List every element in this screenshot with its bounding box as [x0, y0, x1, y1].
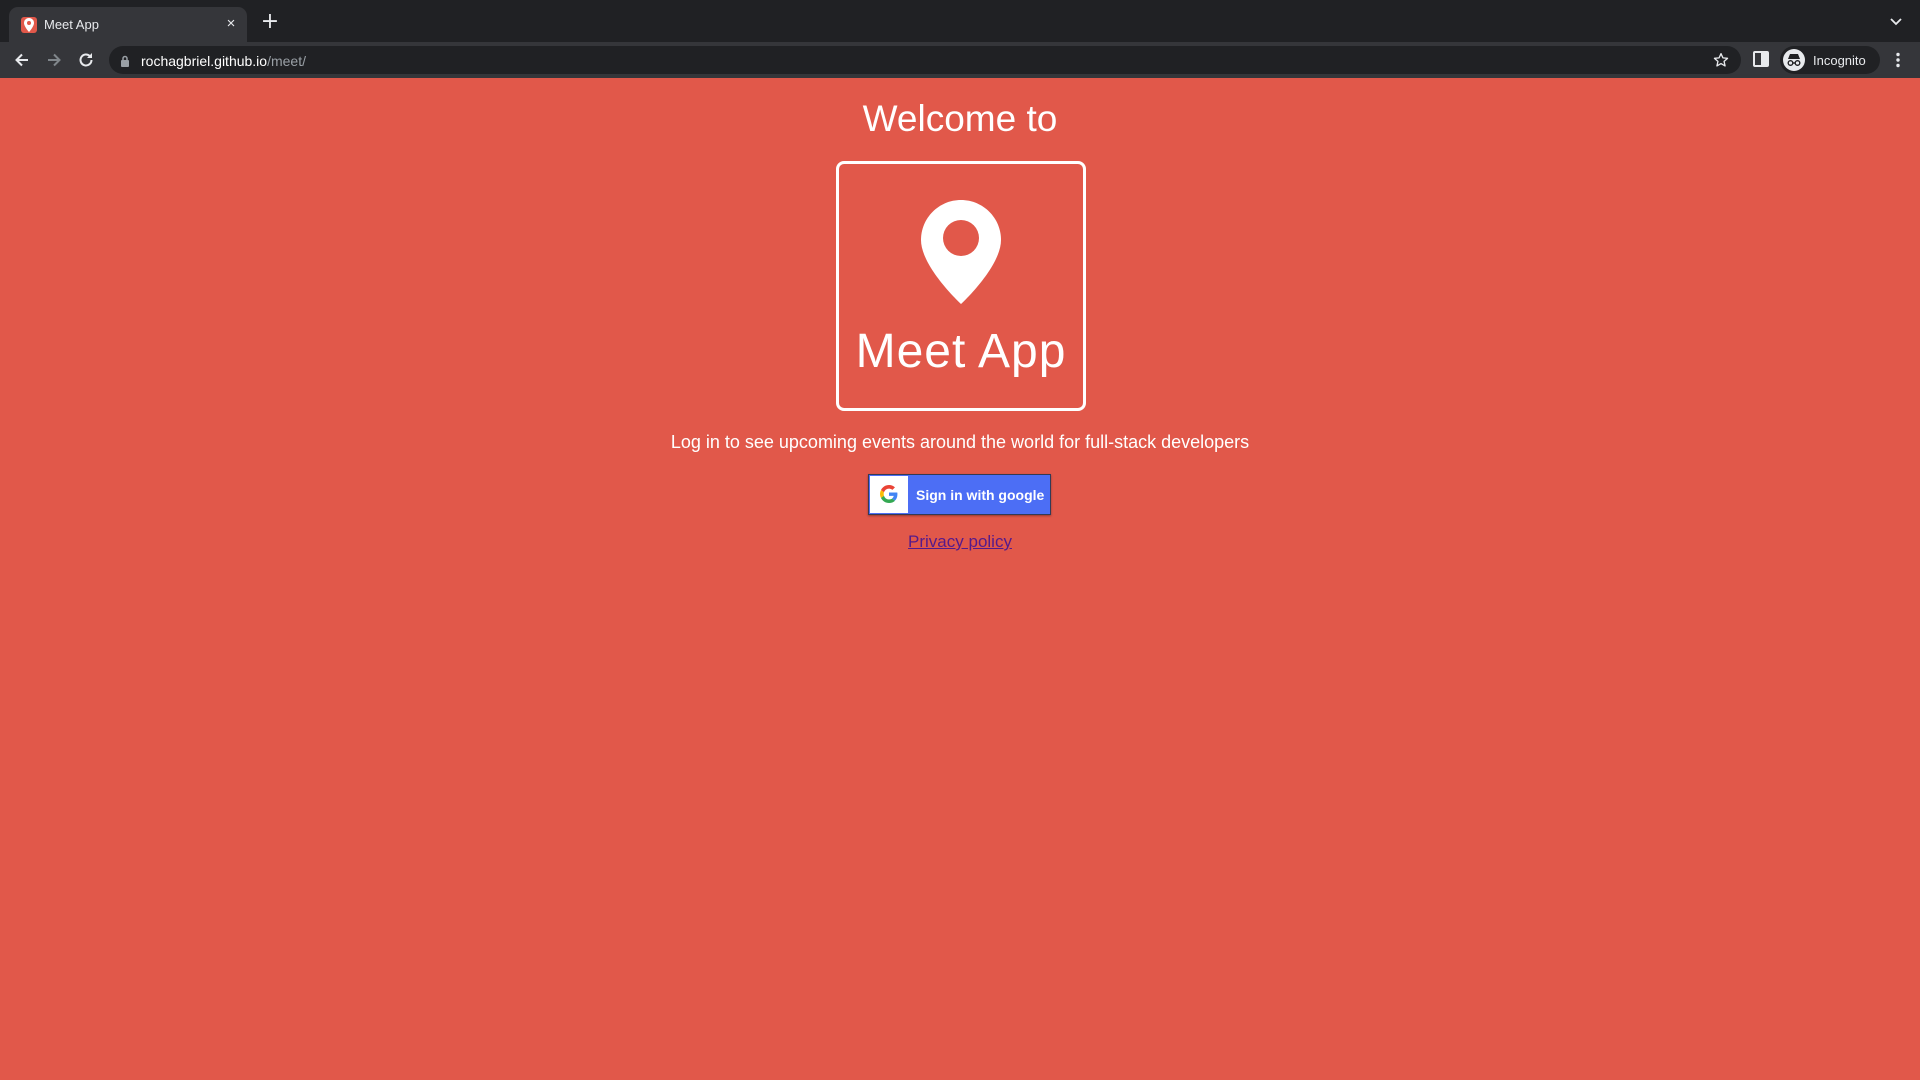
browser-toolbar: rochagbriel.github.io/meet/ Incognito	[0, 42, 1920, 78]
tab-title: Meet App	[44, 17, 99, 32]
tab-close-icon[interactable]: ×	[223, 16, 239, 32]
favicon-icon	[21, 17, 37, 33]
tab-strip: Meet App × +	[0, 0, 1920, 42]
intro-text: Log in to see upcoming events around the…	[670, 432, 1250, 452]
forward-icon[interactable]	[44, 50, 64, 70]
privacy-policy-container: Privacy policy	[0, 532, 1920, 552]
url-path: /meet/	[267, 53, 306, 69]
incognito-icon	[1783, 49, 1805, 71]
privacy-policy-link[interactable]: Privacy policy	[908, 532, 1012, 551]
reload-icon[interactable]	[76, 50, 96, 70]
back-icon[interactable]	[12, 50, 32, 70]
incognito-profile-button[interactable]: Incognito	[1780, 46, 1880, 74]
google-signin-button[interactable]: Sign in with google	[868, 474, 1051, 515]
side-panel-icon[interactable]	[1752, 50, 1770, 73]
google-signin-label: Sign in with google	[916, 487, 1045, 503]
more-menu-icon[interactable]	[1888, 50, 1908, 75]
new-tab-button[interactable]: +	[260, 11, 280, 33]
url-text[interactable]: rochagbriel.github.io/meet/	[141, 53, 306, 69]
google-g-icon	[880, 485, 898, 503]
incognito-label: Incognito	[1813, 53, 1866, 68]
star-icon[interactable]	[1713, 52, 1729, 73]
address-bar[interactable]: rochagbriel.github.io/meet/	[109, 46, 1741, 74]
welcome-heading: Welcome to	[862, 98, 1058, 139]
browser-tab[interactable]: Meet App ×	[9, 7, 247, 42]
lock-icon[interactable]	[120, 54, 130, 72]
google-icon-container	[870, 476, 908, 513]
app-logo: Meet App	[836, 161, 1086, 411]
page-content: Welcome to Meet App Log in to see upcomi…	[0, 78, 1920, 1080]
tab-search-icon[interactable]	[1888, 13, 1904, 29]
url-host: rochagbriel.github.io	[141, 53, 268, 69]
map-pin-icon	[919, 198, 1003, 311]
logo-text: Meet App	[855, 325, 1067, 378]
